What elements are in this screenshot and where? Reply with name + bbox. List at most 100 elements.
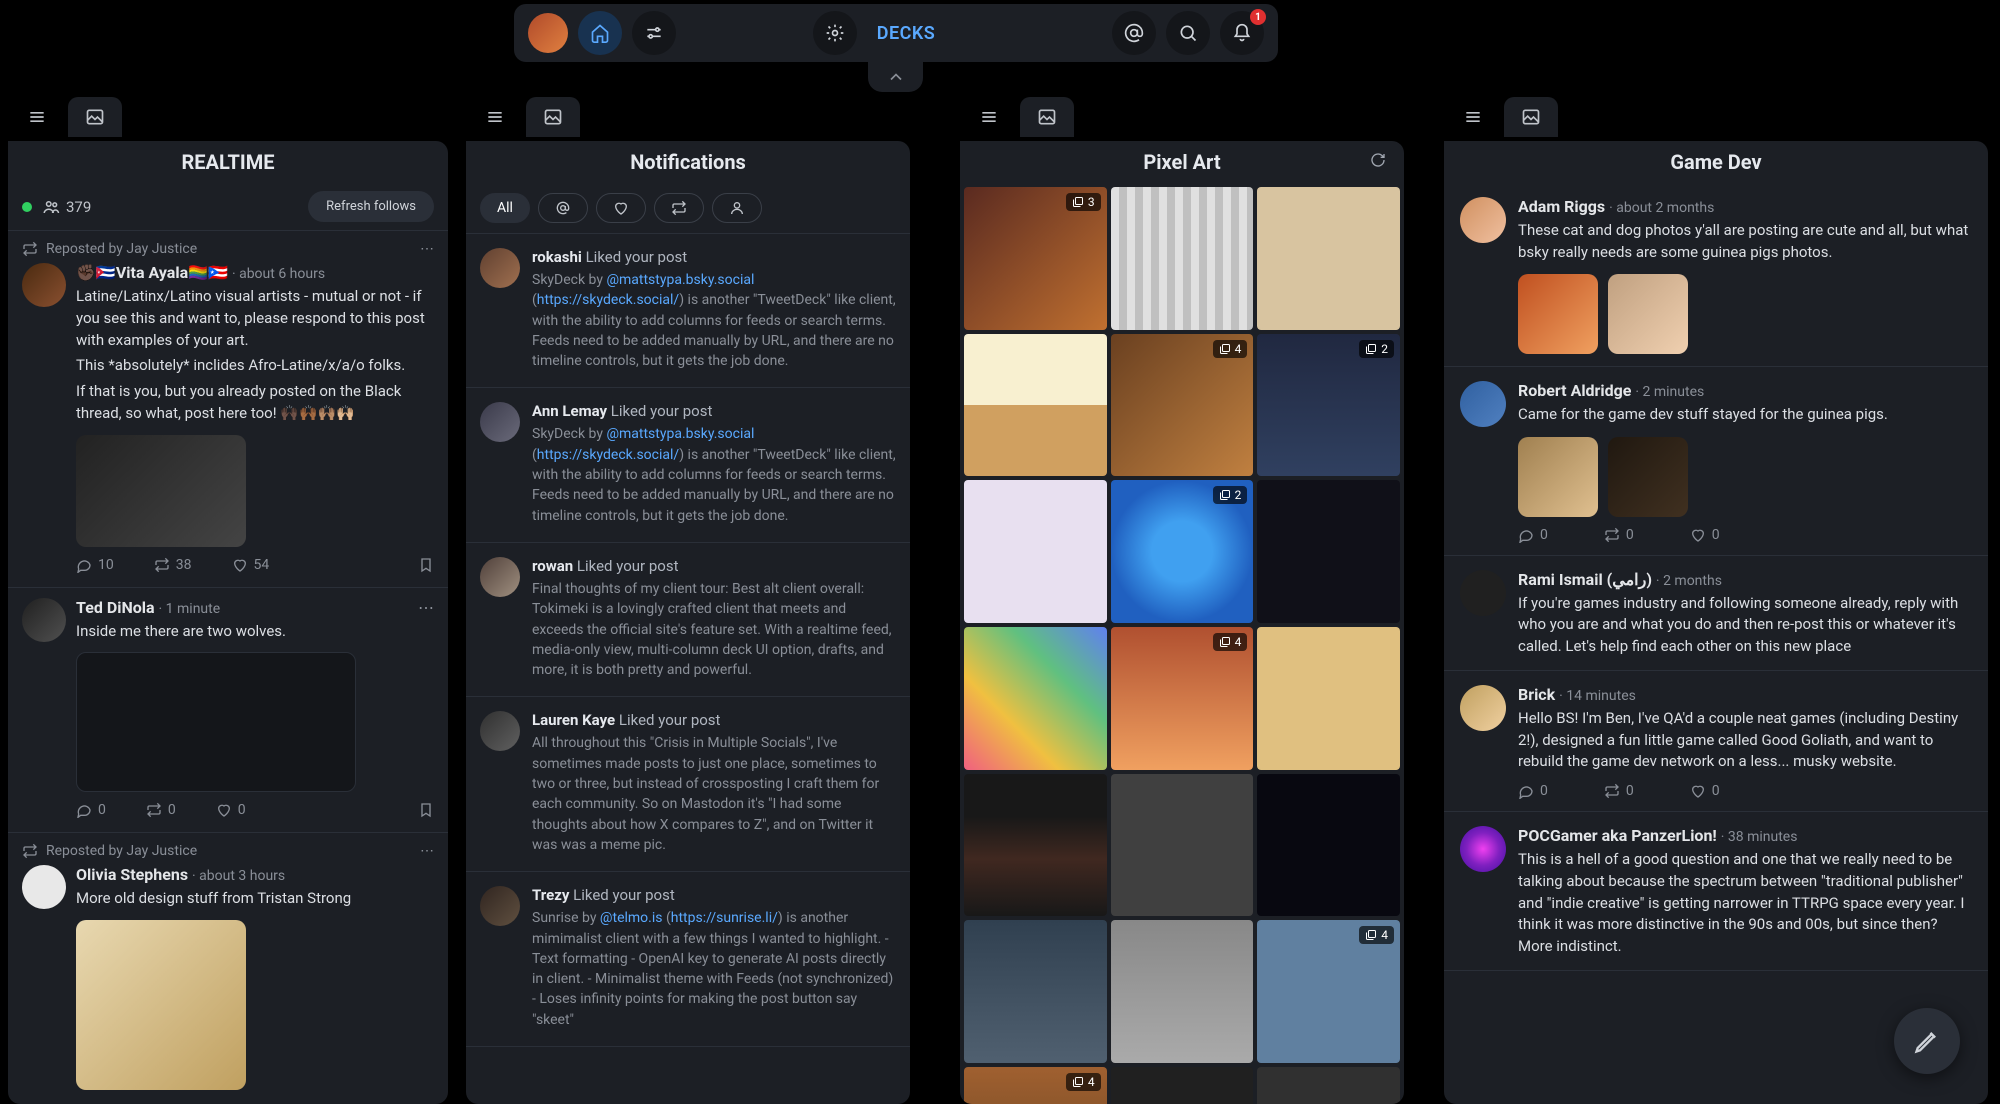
like-button[interactable]: 0	[1690, 783, 1720, 799]
notification-item[interactable]: Ann Lemay Liked your postSkyDeck by @mat…	[466, 388, 910, 542]
pixel-art-thumbnail[interactable]: 4	[1111, 334, 1254, 477]
author-avatar[interactable]	[22, 598, 66, 642]
repost-button[interactable]: 38	[154, 557, 192, 573]
pixel-art-thumbnail[interactable]: 2	[1257, 334, 1400, 477]
column-menu-button[interactable]	[468, 97, 522, 137]
repost-button[interactable]: 0	[1604, 527, 1634, 543]
filter-mentions[interactable]	[538, 193, 588, 223]
pixel-art-thumbnail[interactable]	[1257, 480, 1400, 623]
pixel-art-thumbnail[interactable]: 4	[1111, 627, 1254, 770]
notification-item[interactable]: rokashi Liked your postSkyDeck by @matts…	[466, 234, 910, 388]
reply-button[interactable]: 0	[1518, 527, 1548, 543]
pixel-art-thumbnail[interactable]	[1111, 774, 1254, 917]
post-image[interactable]	[1608, 274, 1688, 354]
mentions-button[interactable]	[1112, 11, 1156, 55]
column-menu-button[interactable]	[1446, 97, 1500, 137]
url-link[interactable]: https://sunrise.li/	[671, 910, 778, 926]
pixel-art-thumbnail[interactable]	[1257, 187, 1400, 330]
author-avatar[interactable]	[1460, 570, 1506, 616]
settings-gear-button[interactable]	[813, 11, 857, 55]
filter-all[interactable]: All	[480, 193, 530, 223]
column-menu-button[interactable]	[10, 97, 64, 137]
pixel-art-thumbnail[interactable]	[964, 627, 1107, 770]
like-button[interactable]: 54	[232, 557, 270, 573]
author-avatar[interactable]	[1460, 826, 1506, 872]
pixel-art-thumbnail[interactable]	[964, 480, 1107, 623]
post-more-button[interactable]: ⋯	[420, 241, 434, 257]
collapse-topbar-handle[interactable]	[868, 62, 923, 92]
reply-button[interactable]: 0	[76, 802, 106, 818]
media-view-tab[interactable]	[68, 97, 122, 137]
timeline-post[interactable]: Reposted by Jay Justice⋯Olivia Stephens …	[8, 833, 448, 1104]
pixel-art-thumbnail[interactable]: 2	[1111, 480, 1254, 623]
feed-post[interactable]: Adam Riggs · about 2 monthsThese cat and…	[1444, 183, 1988, 367]
url-link[interactable]: https://skydeck.social/	[537, 292, 679, 308]
author-name[interactable]: Olivia Stephens	[76, 865, 188, 884]
pixel-art-thumbnail[interactable]	[1257, 627, 1400, 770]
author-name[interactable]: Brick	[1518, 685, 1555, 704]
reply-button[interactable]: 0	[1518, 783, 1548, 799]
author-avatar[interactable]	[22, 263, 66, 307]
bookmark-button[interactable]	[418, 802, 434, 818]
pixel-art-thumbnail[interactable]	[964, 920, 1107, 1063]
notif-user[interactable]: rokashi	[532, 248, 582, 266]
pixel-art-thumbnail[interactable]	[1111, 920, 1254, 1063]
mention-link[interactable]: @mattstypa.bsky.social	[606, 426, 754, 442]
author-avatar[interactable]	[1460, 685, 1506, 731]
pixel-art-thumbnail[interactable]	[1257, 774, 1400, 917]
post-image[interactable]	[1608, 437, 1688, 517]
like-button[interactable]: 0	[216, 802, 246, 818]
post-more-button[interactable]: ⋯	[420, 843, 434, 859]
feed-post[interactable]: POCGamer aka PanzerLion! · 38 minutesThi…	[1444, 812, 1988, 971]
column-refresh-button[interactable]	[1370, 152, 1386, 173]
media-view-tab[interactable]	[1504, 97, 1558, 137]
author-name[interactable]: ✊🏿🇨🇺Vita Ayala🏳️‍🌈🇵🇷	[76, 263, 228, 282]
media-view-tab[interactable]	[526, 97, 580, 137]
home-button[interactable]	[578, 11, 622, 55]
notif-avatar[interactable]	[480, 557, 520, 597]
notif-avatar[interactable]	[480, 886, 520, 926]
author-avatar[interactable]	[22, 865, 66, 909]
column-menu-button[interactable]	[962, 97, 1016, 137]
pixel-art-thumbnail[interactable]	[1111, 1067, 1254, 1104]
author-name[interactable]: POCGamer aka PanzerLion!	[1518, 826, 1717, 845]
author-avatar[interactable]	[1460, 381, 1506, 427]
notifications-bell-button[interactable]: 1	[1220, 11, 1264, 55]
refresh-follows-button[interactable]: Refresh follows	[308, 191, 434, 222]
mention-link[interactable]: @telmo.is	[600, 910, 663, 926]
repost-button[interactable]: 0	[146, 802, 176, 818]
post-image[interactable]	[76, 435, 246, 547]
author-name[interactable]: Adam Riggs	[1518, 197, 1605, 216]
notif-avatar[interactable]	[480, 248, 520, 288]
settings-sliders-button[interactable]	[632, 11, 676, 55]
notif-user[interactable]: Trezy	[532, 886, 569, 904]
reply-button[interactable]: 10	[76, 557, 114, 573]
decks-label[interactable]: DECKS	[877, 23, 936, 44]
bookmark-button[interactable]	[418, 557, 434, 573]
filter-likes[interactable]	[596, 193, 646, 223]
pixel-art-thumbnail[interactable]: 3	[964, 187, 1107, 330]
timeline-post[interactable]: Ted DiNola · 1 minute⋯Inside me there ar…	[8, 588, 448, 834]
post-image[interactable]	[1518, 274, 1598, 354]
notif-avatar[interactable]	[480, 402, 520, 442]
post-image[interactable]	[1518, 437, 1598, 517]
notification-item[interactable]: Lauren Kaye Liked your postAll throughou…	[466, 697, 910, 872]
author-name[interactable]: Ted DiNola	[76, 598, 155, 617]
post-image[interactable]	[76, 920, 246, 1090]
compose-button[interactable]	[1894, 1008, 1960, 1074]
notification-item[interactable]: rowan Liked your postFinal thoughts of m…	[466, 543, 910, 697]
pixel-art-thumbnail[interactable]	[1111, 187, 1254, 330]
pixel-art-thumbnail[interactable]	[1257, 1067, 1400, 1104]
pixel-art-thumbnail[interactable]	[964, 334, 1107, 477]
author-name[interactable]: Rami Ismail (رامي)	[1518, 570, 1652, 589]
search-button[interactable]	[1166, 11, 1210, 55]
pixel-art-thumbnail[interactable]: 4	[1257, 920, 1400, 1063]
pixel-art-thumbnail[interactable]	[964, 774, 1107, 917]
filter-follows[interactable]	[712, 193, 762, 223]
notification-item[interactable]: Trezy Liked your postSunrise by @telmo.i…	[466, 872, 910, 1047]
feed-post[interactable]: Robert Aldridge · 2 minutesCame for the …	[1444, 367, 1988, 556]
post-more-button[interactable]: ⋯	[418, 598, 434, 617]
repost-button[interactable]: 0	[1604, 783, 1634, 799]
author-avatar[interactable]	[1460, 197, 1506, 243]
pixel-art-thumbnail[interactable]: 4	[964, 1067, 1107, 1104]
